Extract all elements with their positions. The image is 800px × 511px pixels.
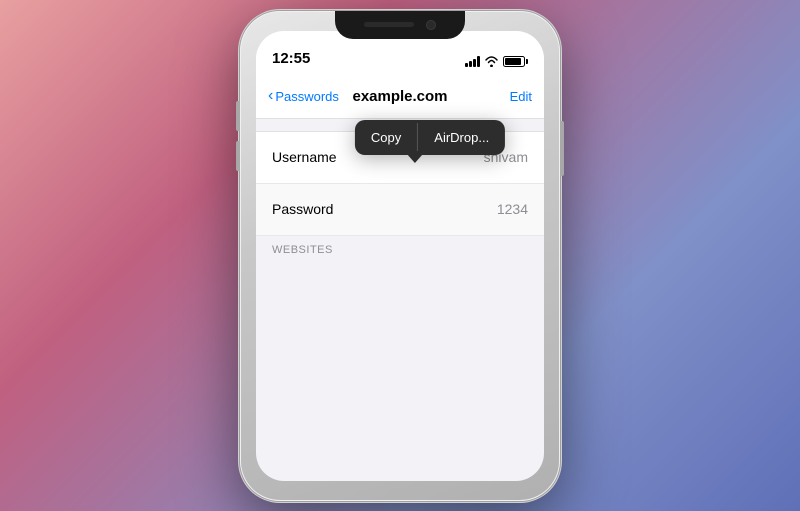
username-row[interactable]: Username Copy AirDrop... shivam [256, 132, 544, 184]
front-camera [426, 20, 436, 30]
edit-button[interactable]: Edit [510, 89, 532, 104]
phone-frame: 12:55 [240, 11, 560, 501]
username-label: Username [272, 149, 337, 165]
airdrop-menu-item[interactable]: AirDrop... [418, 120, 505, 155]
password-value: 1234 [497, 201, 528, 217]
back-arrow-icon: ‹ [268, 88, 273, 104]
password-row[interactable]: Password 1234 [256, 184, 544, 236]
password-label: Password [272, 201, 333, 217]
context-menu: Copy AirDrop... [355, 120, 505, 155]
menu-arrow [407, 154, 423, 163]
scene: 12:55 [0, 0, 800, 511]
speaker [364, 22, 414, 27]
back-label: Passwords [275, 89, 339, 104]
websites-section-label: WEBSITES [256, 236, 544, 260]
battery-icon [503, 56, 528, 67]
volume-down-button[interactable] [236, 141, 240, 171]
status-icons [465, 56, 528, 69]
screen: 12:55 [256, 31, 544, 481]
nav-bar: ‹ Passwords example.com Edit [256, 75, 544, 119]
credentials-section: Username Copy AirDrop... shivam [256, 131, 544, 236]
signal-icon [465, 56, 480, 67]
volume-up-button[interactable] [236, 101, 240, 131]
content-area: Username Copy AirDrop... shivam [256, 119, 544, 260]
back-button[interactable]: ‹ Passwords [268, 89, 339, 104]
status-time: 12:55 [272, 50, 310, 69]
nav-title: example.com [352, 88, 447, 105]
notch [335, 11, 465, 39]
copy-menu-item[interactable]: Copy [355, 120, 417, 155]
wifi-icon [484, 56, 499, 67]
power-button[interactable] [560, 121, 564, 176]
